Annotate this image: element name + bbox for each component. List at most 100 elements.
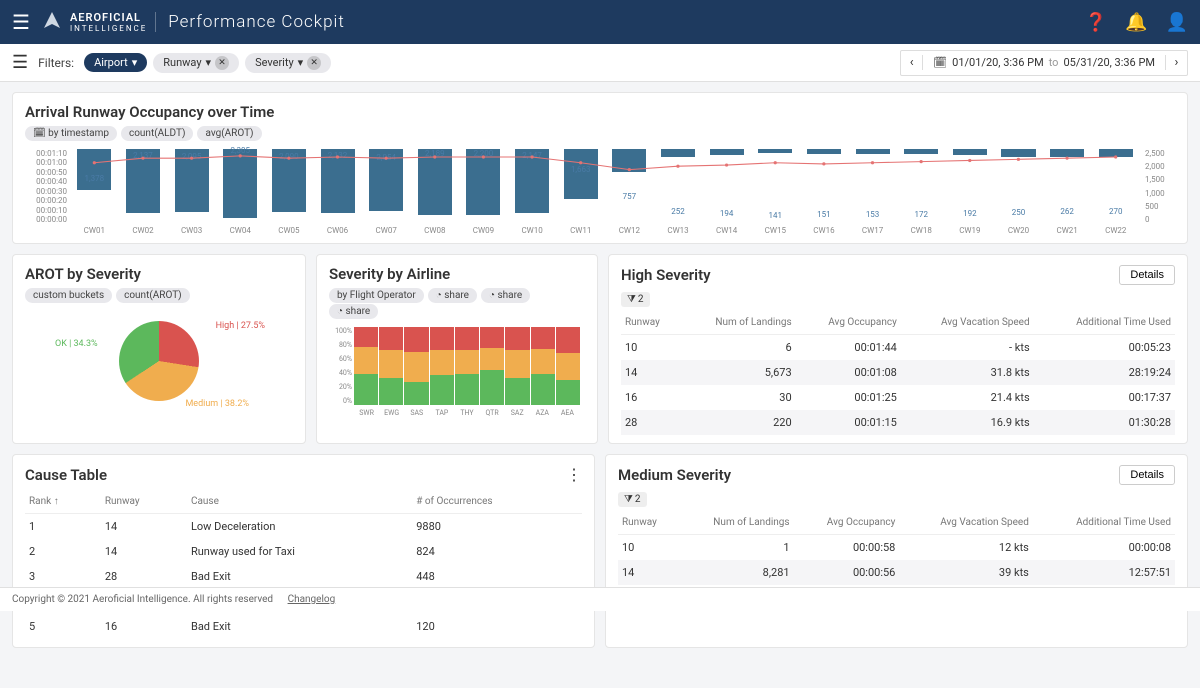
footer-changelog-link[interactable]: Changelog bbox=[288, 594, 336, 605]
pill[interactable]: ◔ share bbox=[428, 288, 477, 303]
help-icon[interactable]: ❓ bbox=[1085, 12, 1107, 33]
col-header[interactable]: Avg Occupancy bbox=[794, 511, 900, 535]
pill[interactable]: custom buckets bbox=[25, 288, 112, 303]
col-header[interactable]: # of Occurrences bbox=[412, 490, 582, 514]
col-header[interactable]: Avg Vacation Speed bbox=[901, 311, 1034, 335]
close-icon[interactable]: ✕ bbox=[307, 56, 321, 70]
bar-col[interactable]: 194 bbox=[702, 149, 751, 224]
col-header[interactable]: Additional Time Used bbox=[1034, 311, 1175, 335]
bar-value: 2,095 bbox=[182, 152, 202, 161]
y-tick: 1,000 bbox=[1145, 189, 1175, 198]
stacked-bar-col[interactable] bbox=[556, 327, 580, 405]
col-header[interactable]: Num of Landings bbox=[680, 311, 796, 335]
table-row[interactable]: 214Runway used for Taxi824 bbox=[25, 539, 582, 564]
bar-col[interactable]: 1,663 bbox=[556, 149, 605, 224]
y-tick: 00:01:00 bbox=[36, 158, 67, 167]
bar-col[interactable]: 2,054 bbox=[362, 149, 411, 224]
pill[interactable]: ◔ share bbox=[481, 288, 530, 303]
close-icon[interactable]: ✕ bbox=[215, 56, 229, 70]
bar-col[interactable]: 2,095 bbox=[167, 149, 216, 224]
bar-col[interactable]: 2,200 bbox=[459, 149, 508, 224]
stacked-bar-col[interactable] bbox=[404, 327, 428, 405]
table-row[interactable]: 163000:01:2521.4 kts00:17:37 bbox=[621, 385, 1175, 410]
filter-chip-severity[interactable]: Severity ▾ ✕ bbox=[245, 53, 331, 73]
filter-chip-runway[interactable]: Runway ▾ ✕ bbox=[153, 53, 239, 73]
table-cell: 16 bbox=[621, 385, 680, 410]
stacked-bar-chart[interactable]: 100%80%60%40%20%0% SWREWGSASTAPTHYQTRSAZ… bbox=[354, 327, 585, 417]
pill[interactable]: by Flight Operator bbox=[329, 288, 424, 303]
medsev-filter-chip[interactable]: ⧩2 bbox=[618, 492, 647, 507]
table-row[interactable]: 328Bad Exit448 bbox=[25, 564, 582, 589]
table-row[interactable]: 10100:00:5812 kts00:00:08 bbox=[618, 535, 1175, 561]
bar-col[interactable]: 2,090 bbox=[265, 149, 314, 224]
table-row[interactable]: 148,28100:00:5639 kts12:57:51 bbox=[618, 560, 1175, 585]
pill[interactable]: avg(AROT) bbox=[197, 126, 261, 141]
stacked-bar-col[interactable] bbox=[480, 327, 504, 405]
bar-col[interactable]: 192 bbox=[946, 149, 995, 224]
bar-value: 2,054 bbox=[376, 153, 396, 162]
bar-col[interactable]: 2,189 bbox=[410, 149, 459, 224]
y-tick: 2,500 bbox=[1145, 149, 1175, 158]
col-header[interactable]: Additional Time Used bbox=[1033, 511, 1175, 535]
table-cell: Bad Exit bbox=[187, 614, 412, 639]
col-header[interactable]: Cause bbox=[187, 490, 412, 514]
filters-label: Filters: bbox=[38, 56, 74, 70]
bar-line-chart[interactable]: 00:01:1000:01:0000:00:5000:00:4000:00:30… bbox=[70, 149, 1140, 224]
table-row[interactable]: 2822000:01:1516.9 kts01:30:28 bbox=[621, 410, 1175, 435]
bar-col[interactable]: 2,137 bbox=[119, 149, 168, 224]
stacked-bar-col[interactable] bbox=[430, 327, 454, 405]
bar-col[interactable]: 2,132 bbox=[313, 149, 362, 224]
bar-col[interactable]: 172 bbox=[897, 149, 946, 224]
table-row[interactable]: 516Bad Exit120 bbox=[25, 614, 582, 639]
table-row[interactable]: 114Low Deceleration9880 bbox=[25, 514, 582, 540]
bar-col[interactable]: 262 bbox=[1043, 149, 1092, 224]
bar-col[interactable]: 2,305 bbox=[216, 149, 265, 224]
x-tick: CW02 bbox=[119, 224, 168, 235]
col-header[interactable]: Avg Occupancy bbox=[796, 311, 901, 335]
bar-col[interactable]: 153 bbox=[848, 149, 897, 224]
pill[interactable]: count(AROT) bbox=[116, 288, 190, 303]
date-range-value[interactable]: 🗓 01/01/20, 3:36 PM to 05/31/20, 3:36 PM bbox=[923, 56, 1165, 69]
date-range-picker[interactable]: ‹ 🗓 01/01/20, 3:36 PM to 05/31/20, 3:36 … bbox=[900, 50, 1188, 76]
pill[interactable]: count(ALDT) bbox=[121, 126, 193, 141]
table-row[interactable]: 10600:01:44- kts00:05:23 bbox=[621, 335, 1175, 361]
filter-chip-airport[interactable]: Airport ▾ bbox=[84, 53, 147, 72]
pie-chart[interactable]: High | 27.5% Medium | 38.2% OK | 34.3% bbox=[25, 311, 293, 411]
date-next-icon[interactable]: › bbox=[1165, 55, 1187, 70]
account-icon[interactable]: 👤 bbox=[1166, 12, 1188, 33]
highsev-filter-chip[interactable]: ⧩2 bbox=[621, 292, 650, 307]
date-prev-icon[interactable]: ‹ bbox=[901, 55, 923, 70]
col-header[interactable]: Avg Vacation Speed bbox=[899, 511, 1033, 535]
col-header[interactable]: Runway bbox=[618, 511, 677, 535]
col-header[interactable]: Rank ↑ bbox=[25, 490, 101, 514]
medsev-details-button[interactable]: Details bbox=[1119, 465, 1175, 485]
pill[interactable]: 🗓 by timestamp bbox=[25, 126, 117, 141]
table-row[interactable]: 145,67300:01:0831.8 kts28:19:24 bbox=[621, 360, 1175, 385]
bell-icon[interactable]: 🔔 bbox=[1125, 12, 1147, 33]
bar-col[interactable]: 1,378 bbox=[70, 149, 119, 224]
pill[interactable]: ◔ share bbox=[329, 304, 378, 319]
kebab-icon[interactable]: ⋮ bbox=[566, 465, 582, 484]
chevron-down-icon: ▾ bbox=[298, 56, 304, 69]
stacked-bar-col[interactable] bbox=[455, 327, 479, 405]
bar-col[interactable]: 141 bbox=[751, 149, 800, 224]
bar-col[interactable]: 2,147 bbox=[508, 149, 557, 224]
x-tick: CW07 bbox=[362, 224, 411, 235]
col-header[interactable]: Runway bbox=[101, 490, 187, 514]
bar-value: 2,137 bbox=[133, 151, 153, 160]
col-header[interactable]: Runway bbox=[621, 311, 680, 335]
bar-col[interactable]: 252 bbox=[654, 149, 703, 224]
x-tick: CW22 bbox=[1091, 224, 1140, 235]
stacked-bar-col[interactable] bbox=[531, 327, 555, 405]
bar-col[interactable]: 270 bbox=[1091, 149, 1140, 224]
filter-menu-icon[interactable]: ☰ bbox=[12, 52, 28, 73]
bar-col[interactable]: 151 bbox=[800, 149, 849, 224]
bar-col[interactable]: 757 bbox=[605, 149, 654, 224]
stacked-bar-col[interactable] bbox=[505, 327, 529, 405]
hamburger-icon[interactable]: ☰ bbox=[12, 10, 30, 34]
stacked-bar-col[interactable] bbox=[379, 327, 403, 405]
bar-col[interactable]: 250 bbox=[994, 149, 1043, 224]
highsev-details-button[interactable]: Details bbox=[1119, 265, 1175, 285]
stacked-bar-col[interactable] bbox=[354, 327, 378, 405]
col-header[interactable]: Num of Landings bbox=[677, 511, 793, 535]
